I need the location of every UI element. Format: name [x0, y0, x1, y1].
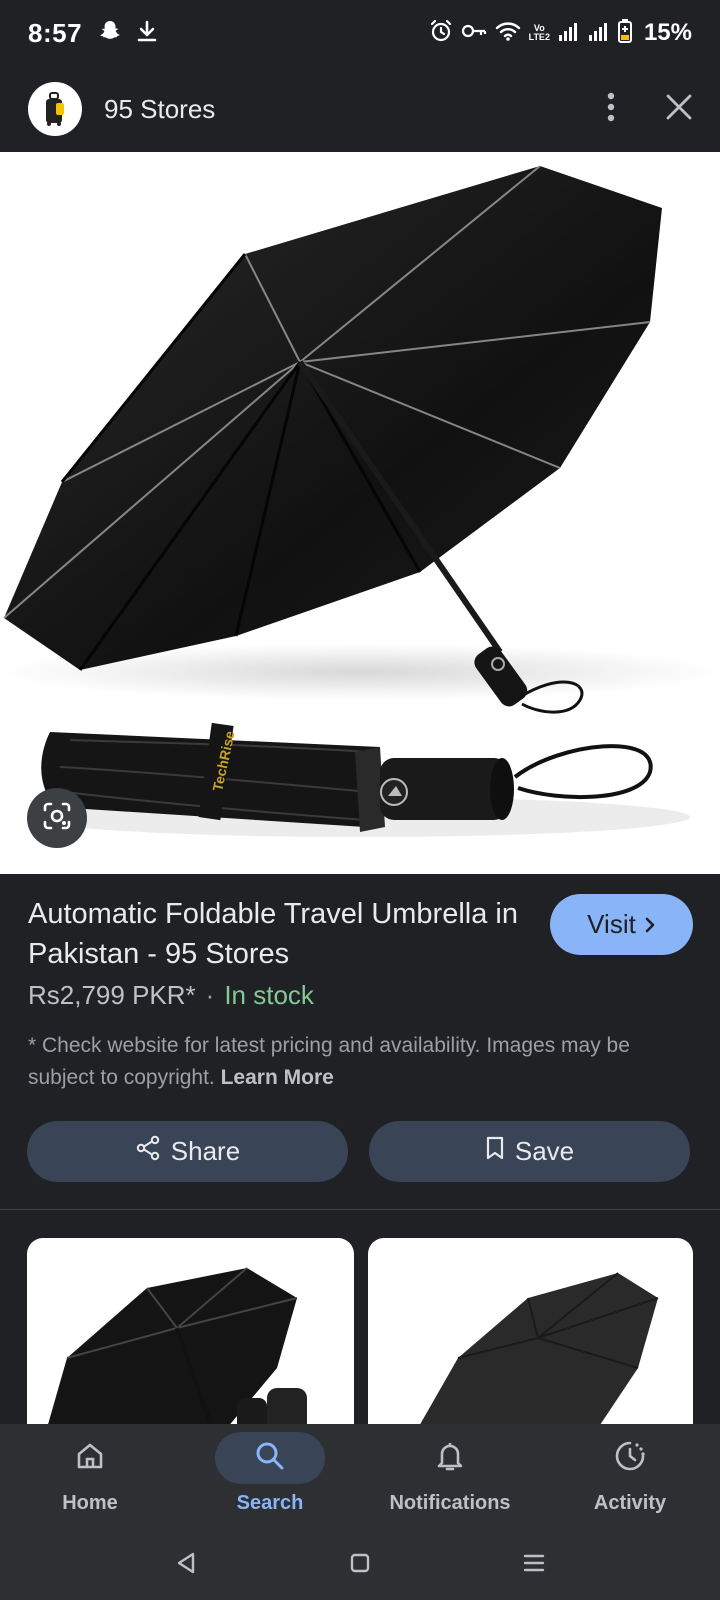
nav-activity[interactable]: Activity [540, 1424, 720, 1530]
store-header: 95 Stores [0, 66, 720, 152]
share-icon [135, 1135, 161, 1168]
learn-more-link[interactable]: Learn More [221, 1066, 334, 1089]
more-vert-icon[interactable] [606, 92, 616, 127]
camera-lens-icon [41, 800, 73, 837]
chevron-right-icon [644, 909, 656, 940]
save-button[interactable]: Save [369, 1121, 690, 1182]
system-navigation-bar [0, 1530, 720, 1600]
volte-bottom: LTE2 [528, 32, 550, 42]
store-logo[interactable] [28, 82, 82, 136]
visit-label: Visit [587, 909, 636, 939]
close-icon[interactable] [666, 94, 692, 125]
wifi-icon [495, 20, 521, 47]
nav-label: Notifications [389, 1492, 511, 1514]
snapchat-icon [98, 19, 122, 48]
bookmark-icon [485, 1135, 505, 1168]
price: Rs2,799 PKR* [28, 980, 196, 1010]
save-label: Save [514, 1136, 575, 1166]
signal-icon [558, 20, 580, 47]
battery-icon [617, 18, 632, 48]
nav-home[interactable]: Home [0, 1424, 180, 1530]
bell-icon [435, 1440, 465, 1477]
price-line: Rs2,799 PKR* · In stock [28, 980, 314, 1011]
related-product-thumbnail[interactable] [368, 1238, 693, 1428]
download-icon [136, 19, 158, 48]
nav-search[interactable]: Search [180, 1424, 360, 1530]
recents-button[interactable] [447, 1552, 621, 1579]
battery-percent: 15% [643, 19, 692, 46]
availability: In stock [224, 980, 314, 1010]
back-button[interactable] [99, 1551, 273, 1580]
nav-label: Activity [593, 1492, 667, 1514]
nav-notifications[interactable]: Notifications [360, 1424, 540, 1530]
signal-icon [588, 20, 610, 47]
share-label: Share [170, 1136, 241, 1166]
share-button[interactable]: Share [27, 1121, 348, 1182]
product-image[interactable]: TechRise [0, 152, 720, 874]
separator: · [205, 980, 215, 1010]
square-icon [349, 1552, 371, 1579]
disclaimer: * Check website for latest pricing and a… [28, 1030, 688, 1094]
status-bar: 8:57 Vo LTE2 15% [0, 0, 720, 66]
nav-label: Search [236, 1492, 304, 1514]
related-product-thumbnail[interactable] [27, 1238, 354, 1428]
volte-indicator: Vo LTE2 [529, 24, 550, 42]
home-icon [74, 1440, 106, 1477]
nav-label: Home [62, 1492, 118, 1514]
visit-button[interactable]: Visit [550, 894, 693, 955]
home-system-button[interactable] [273, 1552, 447, 1579]
store-name: 95 Stores [104, 93, 216, 124]
bottom-navigation: Home Search Notifications Activity [0, 1424, 720, 1530]
status-time: 8:57 [28, 17, 83, 48]
menu-icon [522, 1552, 546, 1579]
search-icon [254, 1440, 286, 1477]
divider [0, 1209, 720, 1210]
alarm-icon [429, 19, 453, 48]
lens-search-button[interactable] [27, 788, 87, 848]
back-icon [175, 1551, 197, 1580]
vpn-key-icon [461, 21, 487, 46]
activity-icon [613, 1439, 647, 1478]
product-title: Automatic Foldable Travel Umbrella in Pa… [28, 898, 518, 970]
